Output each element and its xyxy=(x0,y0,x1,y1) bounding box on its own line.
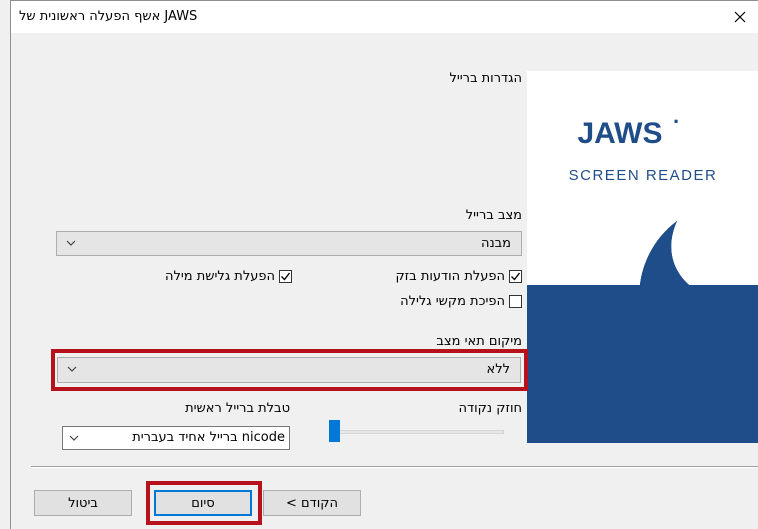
dot-strength-slider-thumb[interactable] xyxy=(329,420,340,442)
back-button[interactable]: < הקודם xyxy=(263,490,361,516)
logo-subtitle: SCREEN READER xyxy=(569,167,718,184)
checkmark-icon xyxy=(281,272,291,281)
status-cells-label: מיקום תאי מצב xyxy=(436,334,522,349)
close-button[interactable] xyxy=(722,1,758,33)
status-cells-value: ללא xyxy=(486,362,510,377)
braille-mode-label: מצב ברייל xyxy=(465,208,522,223)
primary-table-select[interactable]: ברייל אחיד בעברית nicode xyxy=(62,426,290,450)
cancel-button[interactable]: ביטול xyxy=(34,490,132,516)
close-icon xyxy=(734,11,746,23)
primary-table-value: ברייל אחיד בעברית nicode xyxy=(132,430,285,445)
chevron-down-icon xyxy=(67,366,77,372)
reverse-panning-check[interactable] xyxy=(509,294,522,308)
braille-mode-select[interactable]: מבנה xyxy=(56,231,522,256)
dot-strength-label: חוזק נקודה xyxy=(458,401,522,416)
chevron-down-icon xyxy=(69,435,79,441)
reverse-panning-checkbox[interactable]: הפיכת מקשי גלילה xyxy=(341,292,522,310)
flash-messages-label: הפעלת הודעות בזק xyxy=(395,268,505,284)
button-divider xyxy=(31,466,758,468)
dot-strength-slider-track[interactable] xyxy=(329,430,504,434)
title-bar: אשף הפעלה ראשונית של JAWS xyxy=(11,1,758,33)
word-wrap-label: הפעלת גלישת מילה xyxy=(165,268,275,284)
finish-button[interactable]: סיום xyxy=(154,490,252,516)
jaws-logo-graphic: JAWS · SCREEN READER xyxy=(527,109,758,443)
checkmark-icon xyxy=(511,272,521,281)
flash-messages-check[interactable] xyxy=(509,269,522,283)
primary-table-label: טבלת ברייל ראשית xyxy=(185,401,290,416)
flash-messages-checkbox[interactable]: הפעלת הודעות בזק xyxy=(341,267,522,285)
logo-text: JAWS xyxy=(577,117,662,150)
braille-settings-title: הגדרות ברייל xyxy=(449,71,522,86)
word-wrap-checkbox[interactable]: הפעלת גלישת מילה xyxy=(93,267,292,285)
logo-mark: · xyxy=(673,109,680,134)
word-wrap-check[interactable] xyxy=(279,269,292,283)
reverse-panning-label: הפיכת מקשי גלילה xyxy=(400,293,505,309)
status-cells-select[interactable]: ללא xyxy=(57,357,521,383)
braille-mode-value: מבנה xyxy=(480,236,511,251)
setup-wizard-window: אשף הפעלה ראשונית של JAWS JAWS · SCREEN … xyxy=(10,0,758,529)
chevron-down-icon xyxy=(66,240,76,246)
window-title: אשף הפעלה ראשונית של JAWS xyxy=(19,9,198,24)
jaws-banner: JAWS · SCREEN READER xyxy=(527,71,758,443)
